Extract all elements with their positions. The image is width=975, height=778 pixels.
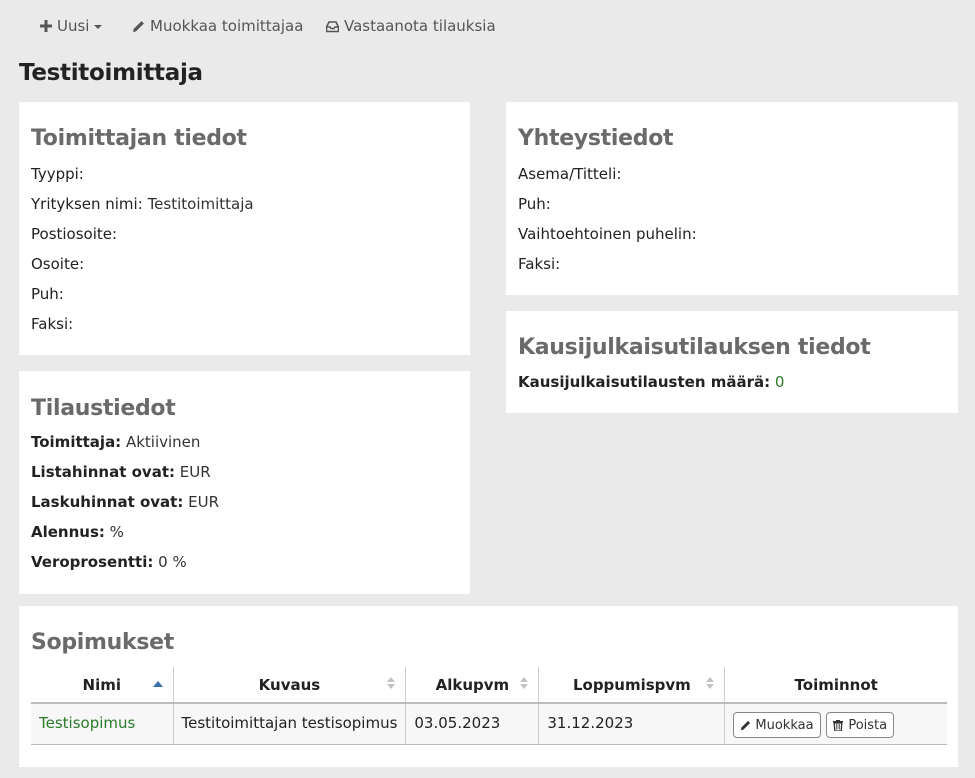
page-title: Testitoimittaja [19, 60, 203, 86]
receive-orders-button[interactable]: Vastaanota tilauksia [326, 14, 496, 38]
column-header-end-label: Loppumispvm [572, 675, 691, 694]
fax-row: Faksi: [31, 315, 73, 333]
vendor-status-label: Toimittaja: [31, 433, 122, 451]
discount-label: Alennus: [31, 523, 105, 541]
postal-address-label: Postiosoite: [31, 225, 118, 243]
invoice-prices-label: Laskuhinnat ovat: [31, 493, 184, 511]
column-header-name[interactable]: Nimi [31, 667, 173, 704]
contact-alt-phone-label: Vaihtoehtoinen puhelin: [518, 225, 697, 243]
invoice-prices-value: EUR [188, 493, 220, 511]
contract-description-cell: Testitoimittajan testisopimus [172, 703, 406, 745]
phone-row: Puh: [31, 285, 64, 303]
column-header-start-date[interactable]: Alkupvm [405, 667, 539, 704]
new-button-label: Uusi [57, 17, 90, 35]
column-header-actions: Toiminnot [724, 667, 947, 704]
delete-contract-label: Poista [848, 717, 888, 733]
postal-address-row: Postiosoite: [31, 225, 117, 243]
tax-rate-row: Veroprosentti: 0 % [31, 553, 187, 571]
sort-icon [706, 677, 715, 691]
serials-count-link[interactable]: 0 [775, 373, 785, 391]
vendor-type-label: Tyyppi: [31, 165, 84, 183]
contracts-table: Nimi Kuvaus Alkupvm Loppumispvm Toiminno… [31, 667, 947, 745]
vendor-status-value: Aktiivinen [125, 433, 201, 451]
list-prices-label: Listahinnat ovat: [31, 463, 175, 481]
column-header-description[interactable]: Kuvaus [172, 667, 406, 704]
pencil-icon [132, 20, 145, 33]
fax-label: Faksi: [31, 315, 74, 333]
contact-info-heading: Yhteystiedot [518, 126, 674, 151]
edit-vendor-label: Muokkaa toimittajaa [150, 17, 304, 35]
serials-count-label: Kausijulkaisutilausten määrä: [518, 373, 771, 391]
vendor-info-panel: Toimittajan tiedot Tyyppi: Yrityksen nim… [19, 102, 470, 355]
discount-value: % [109, 523, 124, 541]
contract-start-cell: 03.05.2023 [405, 703, 539, 745]
list-prices-row: Listahinnat ovat: EUR [31, 463, 211, 481]
phone-label: Puh: [31, 285, 64, 303]
contact-info-panel: Yhteystiedot Asema/Titteli: Puh: Vaihtoe… [506, 102, 958, 295]
contact-phone-label: Puh: [518, 195, 551, 213]
column-header-description-label: Kuvaus [258, 675, 321, 694]
receive-orders-label: Vastaanota tilauksia [344, 17, 496, 35]
contract-name-cell: Testisopimus [31, 703, 173, 745]
address-row: Osoite: [31, 255, 84, 273]
delete-contract-button[interactable]: Poista [826, 712, 895, 738]
contact-fax-label: Faksi: [518, 255, 561, 273]
vendor-type-row: Tyyppi: [31, 165, 84, 183]
company-name-label: Yrityksen nimi: [31, 195, 143, 213]
sort-ascending-icon [152, 681, 163, 687]
invoice-prices-row: Laskuhinnat ovat: EUR [31, 493, 219, 511]
toolbar: Uusi Muokkaa toimittajaa Vastaanota tila… [0, 0, 975, 52]
table-row: Testisopimus Testitoimittajan testisopim… [31, 703, 947, 745]
edit-vendor-button[interactable]: Muokkaa toimittajaa [132, 14, 303, 38]
column-header-name-label: Nimi [82, 675, 121, 694]
new-dropdown-button[interactable]: Uusi [39, 14, 103, 38]
ordering-info-heading: Tilaustiedot [31, 396, 176, 421]
contracts-panel: Sopimukset Nimi Kuvaus Alkupvm Loppumisp… [19, 606, 958, 767]
tax-rate-label: Veroprosentti: [31, 553, 154, 571]
discount-row: Alennus: % [31, 523, 124, 541]
inbox-icon [326, 20, 339, 33]
serials-panel: Kausijulkaisutilauksen tiedot Kausijulka… [506, 311, 958, 413]
sort-icon [387, 677, 396, 691]
column-header-end-date[interactable]: Loppumispvm [538, 667, 725, 704]
list-prices-value: EUR [179, 463, 211, 481]
contract-end-cell: 31.12.2023 [538, 703, 725, 745]
contract-name-link[interactable]: Testisopimus [39, 714, 135, 732]
company-name-value: Testitoimittaja [147, 195, 254, 213]
caret-down-icon [94, 25, 103, 29]
edit-contract-button[interactable]: Muokkaa [733, 712, 821, 738]
serials-heading: Kausijulkaisutilauksen tiedot [518, 335, 871, 360]
table-header-row: Nimi Kuvaus Alkupvm Loppumispvm Toiminno… [31, 667, 947, 704]
column-header-actions-label: Toiminnot [794, 675, 878, 694]
sort-icon [520, 677, 529, 691]
company-name-row: Yrityksen nimi: Testitoimittaja [31, 195, 254, 213]
ordering-info-panel: Tilaustiedot Toimittaja: Aktiivinen List… [19, 371, 470, 594]
pencil-icon [740, 720, 751, 731]
contract-actions-cell: Muokkaa Poista [724, 703, 947, 745]
trash-icon [833, 719, 844, 731]
contact-position-label: Asema/Titteli: [518, 165, 622, 183]
plus-icon [39, 20, 52, 33]
tax-rate-value: 0 % [158, 553, 187, 571]
vendor-status-row: Toimittaja: Aktiivinen [31, 433, 200, 451]
column-header-start-label: Alkupvm [435, 675, 510, 694]
vendor-info-heading: Toimittajan tiedot [31, 126, 247, 151]
contracts-heading: Sopimukset [31, 630, 174, 655]
address-label: Osoite: [31, 255, 85, 273]
edit-contract-label: Muokkaa [755, 717, 814, 733]
serials-count-row: Kausijulkaisutilausten määrä: 0 [518, 373, 784, 391]
